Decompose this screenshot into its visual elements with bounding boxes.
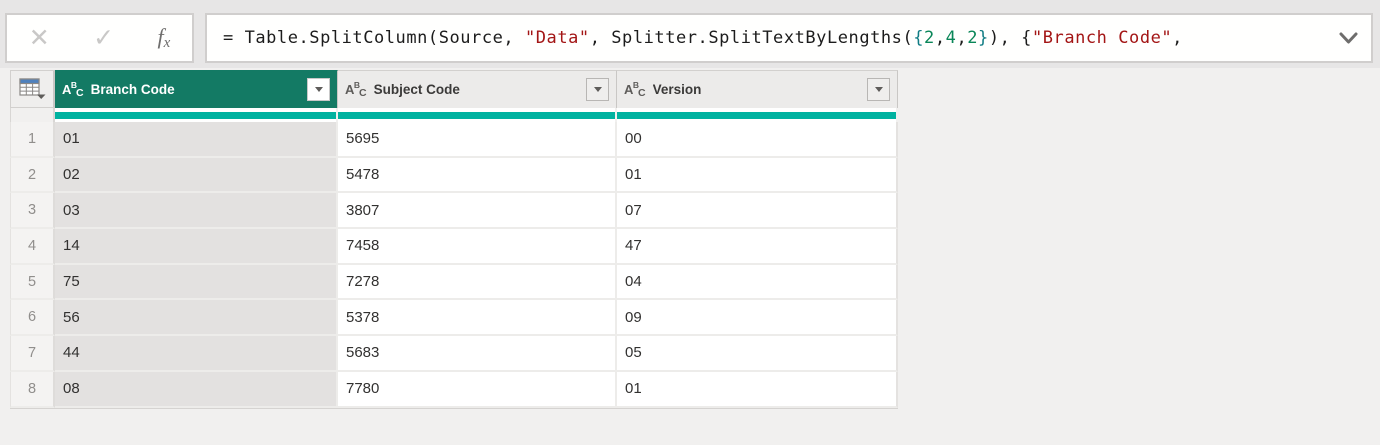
cell-subject-code[interactable]: 5478	[338, 158, 617, 194]
row-number[interactable]: 2	[10, 158, 55, 194]
table-row: 656537809	[10, 300, 898, 336]
cancel-icon[interactable]: ✕	[29, 26, 50, 51]
cell-subject-code[interactable]: 7278	[338, 265, 617, 301]
cell-branch-code[interactable]: 75	[55, 265, 338, 301]
quality-bar	[338, 112, 615, 119]
formula-token: 4	[946, 28, 957, 48]
table-row: 101569500	[10, 122, 898, 158]
column-name: Branch Code	[91, 82, 175, 97]
row-number[interactable]: 8	[10, 372, 55, 408]
cell-subject-code[interactable]: 3807	[338, 193, 617, 229]
cell-version[interactable]: 01	[617, 372, 898, 408]
column-quality-row	[10, 108, 898, 122]
cell-subject-code[interactable]: 7458	[338, 229, 617, 265]
cell-version[interactable]: 00	[617, 122, 898, 158]
cell-branch-code[interactable]: 02	[55, 158, 338, 194]
row-number[interactable]: 7	[10, 336, 55, 372]
column-header-version[interactable]: ABC Version	[617, 70, 898, 108]
header-row: ABC Branch Code ABC Subject Code ABC Ver…	[10, 70, 898, 108]
cell-branch-code[interactable]: 56	[55, 300, 338, 336]
formula-token: , Splitter.SplitTextByLengths(	[590, 28, 914, 48]
quality-cell	[55, 108, 338, 122]
row-number[interactable]: 5	[10, 265, 55, 301]
cell-branch-code[interactable]: 14	[55, 229, 338, 265]
text-type-icon: ABC	[345, 80, 367, 99]
quality-corner	[10, 108, 55, 122]
fx-x: x	[164, 35, 171, 51]
fx-icon[interactable]: fx	[157, 24, 170, 52]
cell-branch-code[interactable]: 44	[55, 336, 338, 372]
expand-formula-chevron-icon[interactable]	[1339, 32, 1358, 45]
formula-button-group: ✕ ✓ fx	[5, 13, 194, 63]
formula-token: }	[978, 28, 989, 48]
cell-subject-code[interactable]: 5683	[338, 336, 617, 372]
formula-token: ,	[1172, 28, 1183, 48]
row-number[interactable]: 6	[10, 300, 55, 336]
formula-token: "Branch Code"	[1032, 28, 1172, 48]
dropdown-arrow-icon	[315, 87, 323, 92]
column-name: Version	[653, 82, 702, 97]
formula-token: "Data"	[525, 28, 590, 48]
quality-bar	[55, 112, 336, 119]
formula-token: 2	[924, 28, 935, 48]
quality-cell	[338, 108, 617, 122]
row-number[interactable]: 1	[10, 122, 55, 158]
cell-subject-code[interactable]: 5378	[338, 300, 617, 336]
cell-branch-code[interactable]: 03	[55, 193, 338, 229]
table-row: 303380707	[10, 193, 898, 229]
column-name: Subject Code	[374, 82, 460, 97]
row-number[interactable]: 3	[10, 193, 55, 229]
table-row: 808778001	[10, 372, 898, 408]
filter-dropdown-button[interactable]	[307, 78, 330, 101]
formula-bar: ✕ ✓ fx = Table.SplitColumn(Source, "Data…	[0, 0, 1380, 68]
table-row: 202547801	[10, 158, 898, 194]
filter-dropdown-button[interactable]	[586, 78, 609, 101]
formula-token: = Table.SplitColumn(Source,	[223, 28, 525, 48]
formula-token: 2	[967, 28, 978, 48]
table-row: 414745847	[10, 229, 898, 265]
cell-version[interactable]: 07	[617, 193, 898, 229]
table-body: 1015695002025478013033807074147458475757…	[10, 122, 898, 409]
cell-subject-code[interactable]: 7780	[338, 372, 617, 408]
quality-bar	[617, 112, 896, 119]
text-type-icon: ABC	[62, 80, 84, 99]
table-icon	[19, 78, 46, 100]
text-type-icon: ABC	[624, 80, 646, 99]
formula-token: ), {	[989, 28, 1032, 48]
formula-text[interactable]: = Table.SplitColumn(Source, "Data", Spli…	[207, 28, 1339, 48]
data-preview-grid: ABC Branch Code ABC Subject Code ABC Ver…	[10, 70, 898, 409]
formula-token: ,	[956, 28, 967, 48]
cell-version[interactable]: 01	[617, 158, 898, 194]
dropdown-arrow-icon	[875, 87, 883, 92]
formula-input[interactable]: = Table.SplitColumn(Source, "Data", Spli…	[205, 13, 1373, 63]
cell-version[interactable]: 04	[617, 265, 898, 301]
column-header-subject-code[interactable]: ABC Subject Code	[338, 70, 617, 108]
table-row: 575727804	[10, 265, 898, 301]
select-all-table-button[interactable]	[10, 70, 55, 108]
column-header-branch-code[interactable]: ABC Branch Code	[55, 70, 338, 108]
table-row: 744568305	[10, 336, 898, 372]
quality-cell	[617, 108, 898, 122]
filter-dropdown-button[interactable]	[867, 78, 890, 101]
cell-version[interactable]: 09	[617, 300, 898, 336]
row-number[interactable]: 4	[10, 229, 55, 265]
formula-token: {	[913, 28, 924, 48]
cell-version[interactable]: 05	[617, 336, 898, 372]
cell-branch-code[interactable]: 08	[55, 372, 338, 408]
cell-branch-code[interactable]: 01	[55, 122, 338, 158]
cell-version[interactable]: 47	[617, 229, 898, 265]
check-icon[interactable]: ✓	[93, 26, 114, 51]
cell-subject-code[interactable]: 5695	[338, 122, 617, 158]
dropdown-arrow-icon	[594, 87, 602, 92]
formula-token: ,	[935, 28, 946, 48]
